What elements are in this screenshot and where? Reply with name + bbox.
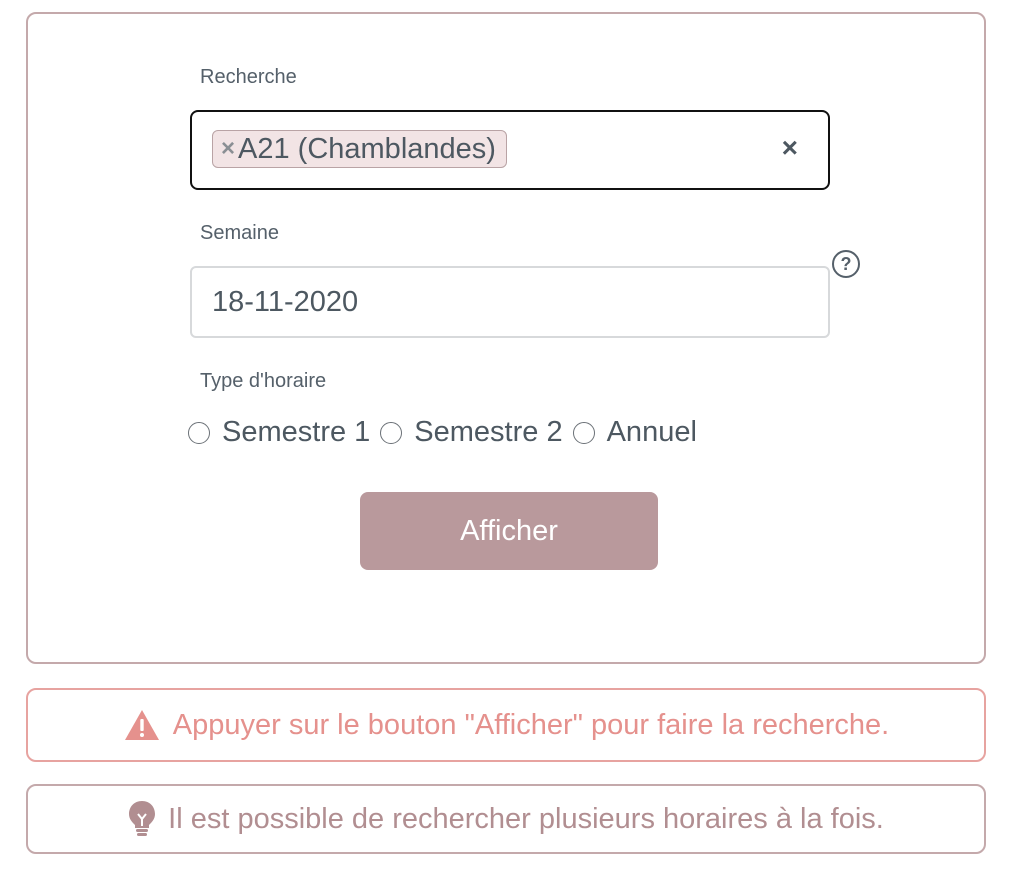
tip-alert: Il est possible de rechercher plusieurs …: [26, 784, 986, 854]
radio-label: Annuel: [606, 416, 697, 448]
week-label: Semaine: [200, 222, 279, 244]
radio-label: Semestre 1: [222, 416, 371, 448]
radio-label: Semestre 2: [414, 416, 563, 448]
week-input[interactable]: [190, 266, 830, 338]
radio-semestre-1[interactable]: Semestre 1: [188, 416, 370, 449]
warning-icon: [124, 710, 159, 740]
warning-alert: Appuyer sur le bouton "Afficher" pour fa…: [26, 688, 986, 762]
search-select[interactable]: × A21 (Chamblandes) ×: [190, 110, 830, 190]
schedule-type-label: Type d'horaire: [200, 370, 327, 392]
search-label: Recherche: [200, 66, 297, 88]
tip-text: Il est possible de rechercher plusieurs …: [168, 802, 884, 835]
radio-circle-icon[interactable]: [572, 421, 595, 444]
radio-circle-icon[interactable]: [188, 421, 210, 444]
search-form-card: Recherche × A21 (Chamblandes) × Semaine …: [26, 12, 986, 664]
radio-annuel[interactable]: Annuel: [572, 416, 697, 449]
schedule-type-radio-group: Semestre 1 Semestre 2 Annuel: [188, 416, 707, 449]
help-icon[interactable]: ?: [832, 250, 860, 278]
tag-label: A21 (Chamblandes): [238, 132, 496, 165]
radio-circle-icon[interactable]: [380, 421, 403, 444]
tag-remove-icon[interactable]: ×: [221, 135, 235, 163]
lightbulb-icon: [129, 801, 156, 836]
selected-tag: × A21 (Chamblandes): [212, 130, 507, 168]
radio-semestre-2[interactable]: Semestre 2: [380, 416, 563, 449]
clear-icon[interactable]: ×: [782, 132, 798, 164]
afficher-button[interactable]: Afficher: [360, 492, 658, 570]
warning-text: Appuyer sur le bouton "Afficher" pour fa…: [172, 708, 890, 741]
